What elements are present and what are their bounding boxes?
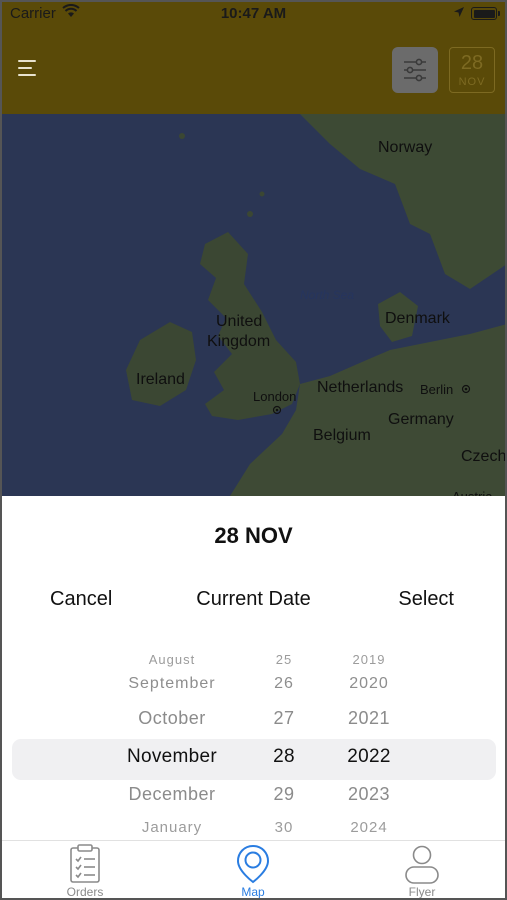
location-arrow-icon bbox=[453, 5, 465, 22]
day-option[interactable]: 27 bbox=[244, 708, 324, 729]
year-option-selected[interactable]: 2022 bbox=[329, 746, 409, 768]
map-label-germany: Germany bbox=[388, 411, 454, 428]
year-option[interactable]: 2021 bbox=[329, 708, 409, 729]
filter-button[interactable] bbox=[392, 47, 438, 93]
tab-orders-label: Orders bbox=[66, 885, 104, 899]
map-label-berlin: Berlin bbox=[420, 382, 454, 397]
map-label-belgium: Belgium bbox=[313, 427, 371, 444]
year-wheel[interactable]: 2019 2020 2021 2022 2023 2024 bbox=[329, 644, 409, 840]
year-option[interactable]: 2020 bbox=[329, 675, 409, 693]
bottom-tab-bar: Orders Map Flyer bbox=[0, 840, 507, 900]
top-header: 28 NOV bbox=[0, 28, 507, 114]
map-view[interactable]: Norway United Kingdom North Sea Denmark … bbox=[0, 114, 507, 496]
map-label-netherlands: Netherlands bbox=[317, 379, 404, 396]
map-pin-icon bbox=[236, 844, 270, 884]
year-option[interactable]: 2019 bbox=[329, 652, 409, 667]
date-wheel-picker[interactable]: August September October November December Ja… bbox=[0, 644, 507, 840]
map-label-london: London bbox=[253, 389, 297, 404]
tab-map[interactable]: Map bbox=[208, 841, 298, 900]
berlin-marker-icon bbox=[461, 384, 471, 394]
clipboard-list-icon bbox=[70, 844, 100, 883]
month-option[interactable]: December bbox=[82, 784, 262, 805]
tab-map-label: Map bbox=[241, 885, 265, 899]
year-option[interactable]: 2023 bbox=[329, 784, 409, 805]
map-label-north-sea: North Sea bbox=[300, 288, 355, 302]
map-label-austria: Austria bbox=[452, 487, 492, 496]
status-bar: Carrier 10:47 AM bbox=[0, 0, 507, 28]
select-button[interactable]: Select bbox=[398, 588, 454, 611]
map-label-czech: Czech bbox=[461, 448, 507, 465]
hamburger-menu-icon[interactable] bbox=[18, 58, 40, 78]
day-option[interactable]: 25 bbox=[244, 652, 324, 667]
tab-flyer-label: Flyer bbox=[408, 885, 436, 899]
date-button-month: NOV bbox=[458, 76, 486, 88]
map-label-denmark: Denmark bbox=[385, 310, 450, 327]
tab-orders[interactable]: Orders bbox=[40, 841, 130, 900]
year-option[interactable]: 2024 bbox=[329, 819, 409, 836]
picker-title: 28 NOV bbox=[214, 523, 293, 548]
month-option[interactable]: August bbox=[82, 652, 262, 667]
day-option[interactable]: 29 bbox=[244, 784, 324, 805]
map-label-norway: Norway bbox=[378, 139, 433, 156]
battery-icon bbox=[471, 7, 500, 20]
day-wheel[interactable]: 25 26 27 28 29 30 bbox=[244, 644, 324, 840]
tab-flyer[interactable]: Flyer bbox=[377, 841, 467, 900]
map-label-ireland: Ireland bbox=[136, 371, 185, 388]
map-label-uk-line2: Kingdom bbox=[207, 333, 271, 350]
month-wheel[interactable]: August September October November December Ja… bbox=[82, 644, 262, 840]
date-button[interactable]: 28 NOV bbox=[449, 47, 495, 93]
map-land-shapes bbox=[126, 114, 507, 496]
london-marker-icon bbox=[272, 405, 282, 415]
sliders-filter-icon bbox=[404, 58, 426, 82]
day-option[interactable]: 30 bbox=[244, 819, 324, 836]
month-option[interactable]: October bbox=[82, 708, 262, 729]
user-profile-icon bbox=[405, 845, 439, 884]
month-option[interactable]: January bbox=[82, 819, 262, 836]
app-screen: Carrier 10:47 AM 28 NOV Norway United Ki… bbox=[0, 0, 507, 900]
day-option-selected[interactable]: 28 bbox=[244, 746, 324, 768]
month-option-selected[interactable]: November bbox=[82, 746, 262, 768]
status-time: 10:47 AM bbox=[220, 5, 287, 22]
day-option[interactable]: 26 bbox=[244, 675, 324, 693]
date-button-day: 28 bbox=[460, 52, 484, 74]
month-option[interactable]: September bbox=[82, 675, 262, 693]
map-label-uk-line1: United bbox=[216, 313, 263, 330]
